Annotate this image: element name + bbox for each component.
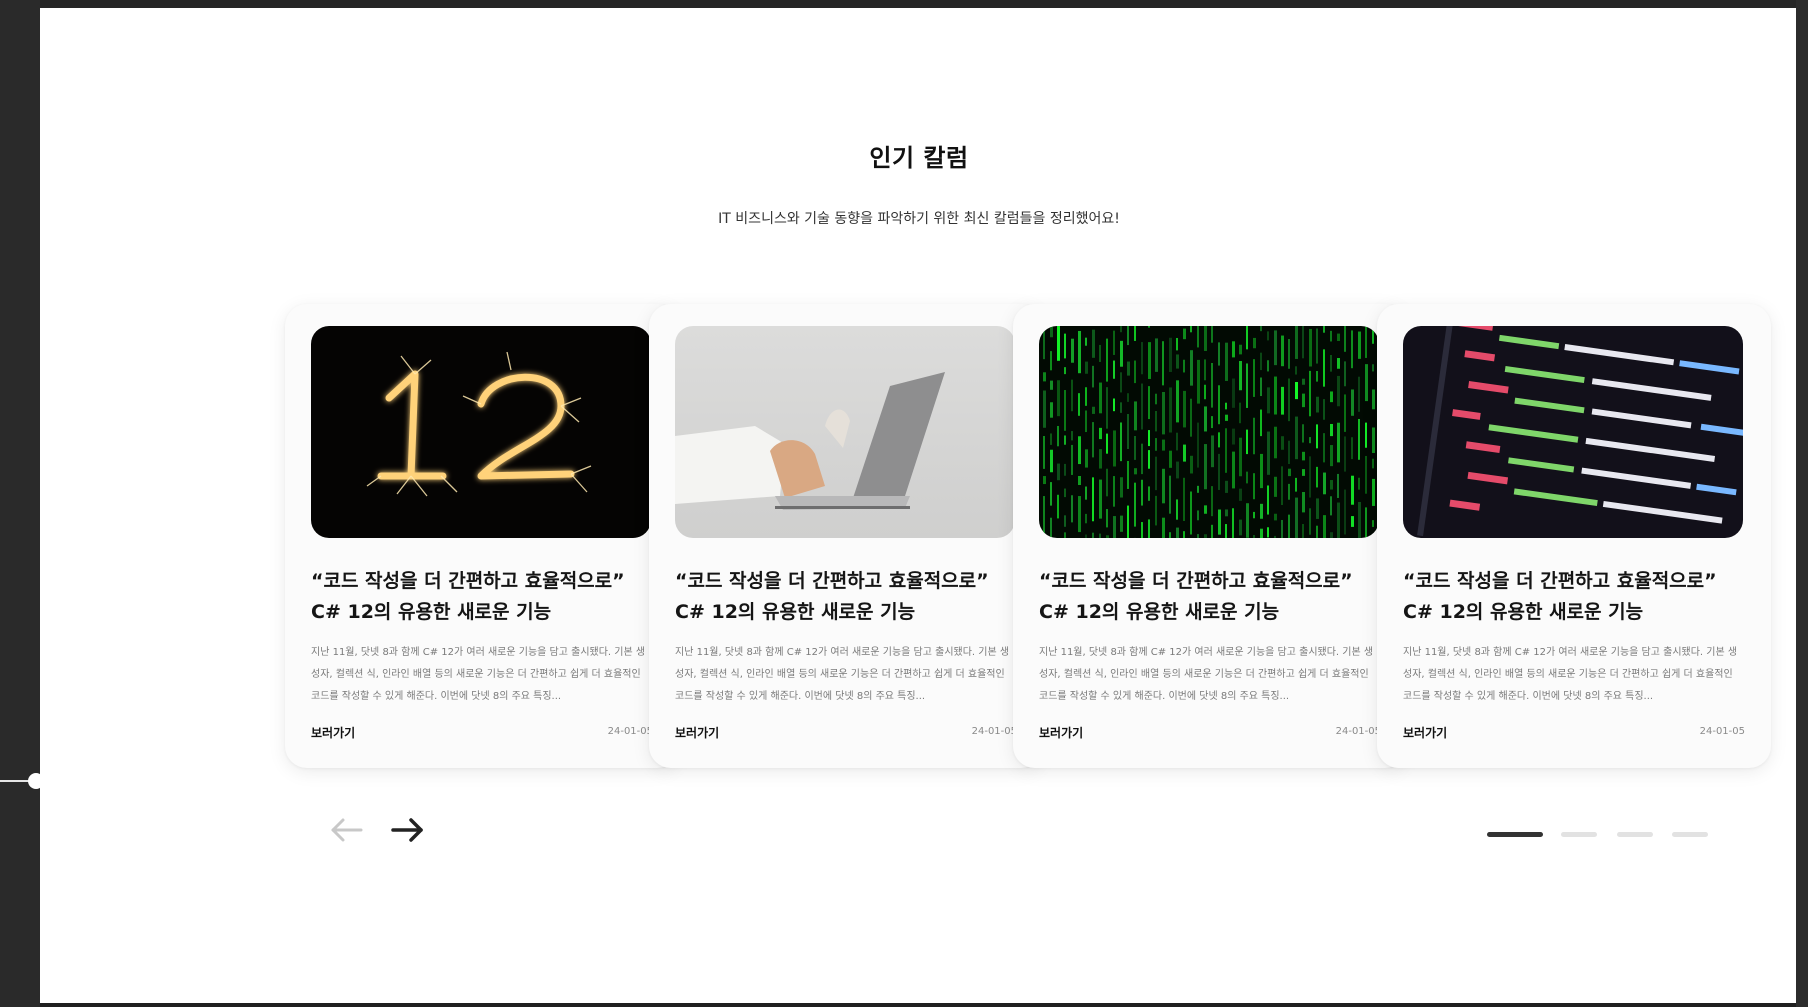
view-more-link[interactable]: 보러가기: [311, 724, 355, 741]
pagination-dot-4[interactable]: [1672, 832, 1708, 837]
section-title: 인기 칼럼: [869, 144, 969, 172]
card-thumbnail-code-editor: [1403, 326, 1743, 538]
column-card[interactable]: “코드 작성을 더 간편하고 효율적으로” C# 12의 유용한 새로운 기능 …: [1377, 304, 1771, 768]
pagination-dot-2[interactable]: [1561, 832, 1597, 837]
popular-columns-section: 인기 칼럼 IT 비즈니스와 기술 동향을 파악하기 위한 최신 칼럼들을 정리…: [40, 8, 1798, 1003]
card-excerpt: 지난 11월, 닷넷 8과 함께 C# 12가 여러 새로운 기능을 담고 출시…: [311, 647, 646, 702]
pagination-dot-3[interactable]: [1617, 832, 1653, 837]
arrow-right-icon: [391, 818, 423, 842]
card-date: 24-01-05: [1335, 726, 1381, 737]
card-excerpt: 지난 11월, 닷넷 8과 함께 C# 12가 여러 새로운 기능을 담고 출시…: [675, 647, 1010, 702]
card-thumbnail-sparkler: [311, 326, 651, 538]
arrow-left-icon: [331, 818, 363, 842]
card-date: 24-01-05: [971, 726, 1017, 737]
left-dark-area: [0, 0, 40, 1007]
right-window-edge: [1796, 0, 1808, 1007]
carousel-next-button[interactable]: [385, 816, 429, 844]
card-thumbnail-matrix: [1039, 326, 1379, 538]
card-date: 24-01-05: [1699, 726, 1745, 737]
card-title: “코드 작성을 더 간편하고 효율적으로” C# 12의 유용한 새로운 기능: [1039, 570, 1353, 623]
card-carousel-track: “코드 작성을 더 간편하고 효율적으로” C# 12의 유용한 새로운 기능 …: [285, 304, 1798, 774]
card-thumbnail-laptop: [675, 326, 1015, 538]
card-date: 24-01-05: [607, 726, 653, 737]
card-excerpt: 지난 11월, 닷넷 8과 함께 C# 12가 여러 새로운 기능을 담고 출시…: [1039, 647, 1374, 702]
view-more-link[interactable]: 보러가기: [1403, 724, 1447, 741]
column-card[interactable]: “코드 작성을 더 간편하고 효율적으로” C# 12의 유용한 새로운 기능 …: [649, 304, 1043, 768]
column-card[interactable]: “코드 작성을 더 간편하고 효율적으로” C# 12의 유용한 새로운 기능 …: [1013, 304, 1407, 768]
view-more-link[interactable]: 보러가기: [1039, 724, 1083, 741]
card-title: “코드 작성을 더 간편하고 효율적으로” C# 12의 유용한 새로운 기능: [311, 570, 625, 623]
card-excerpt: 지난 11월, 닷넷 8과 함께 C# 12가 여러 새로운 기능을 담고 출시…: [1403, 647, 1738, 702]
pagination-dot-1[interactable]: [1487, 832, 1543, 837]
carousel-prev-button[interactable]: [325, 816, 369, 844]
card-title: “코드 작성을 더 간편하고 효율적으로” C# 12의 유용한 새로운 기능: [675, 570, 989, 623]
section-subtitle: IT 비즈니스와 기술 동향을 파악하기 위한 최신 칼럼들을 정리했어요!: [718, 211, 1120, 227]
view-more-link[interactable]: 보러가기: [675, 724, 719, 741]
card-title: “코드 작성을 더 간편하고 효율적으로” C# 12의 유용한 새로운 기능: [1403, 570, 1717, 623]
column-card[interactable]: “코드 작성을 더 간편하고 효율적으로” C# 12의 유용한 새로운 기능 …: [285, 304, 679, 768]
